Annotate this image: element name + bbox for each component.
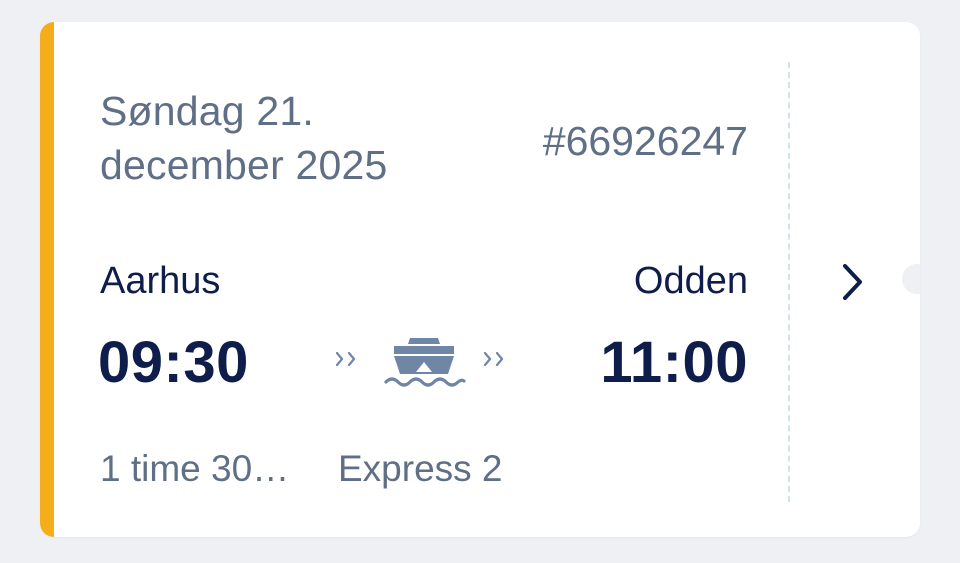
- ticket-card[interactable]: Søndag 21. december 2025 #66926247 Aarhu…: [40, 22, 920, 537]
- arrival-time: 11:00: [600, 330, 748, 395]
- ticket-divider: [788, 62, 790, 502]
- ticket-accent-bar: [40, 22, 54, 537]
- open-ticket-button[interactable]: [828, 252, 878, 312]
- chevron-right-icon: [843, 264, 862, 300]
- ferry-icon: [384, 338, 466, 387]
- double-chevron-right-icon: [483, 351, 504, 367]
- travel-duration: 1 time 30…: [100, 448, 290, 489]
- booking-number: #66926247: [542, 118, 748, 164]
- double-chevron-right-icon: [335, 351, 356, 367]
- vessel-name: Express 2: [338, 448, 503, 489]
- departure-city: Aarhus: [100, 260, 221, 302]
- departure-time: 09:30: [98, 330, 249, 395]
- ticket-notch: [902, 264, 920, 294]
- travel-date: Søndag 21. december 2025: [100, 88, 388, 188]
- arrival-city: Odden: [633, 260, 748, 302]
